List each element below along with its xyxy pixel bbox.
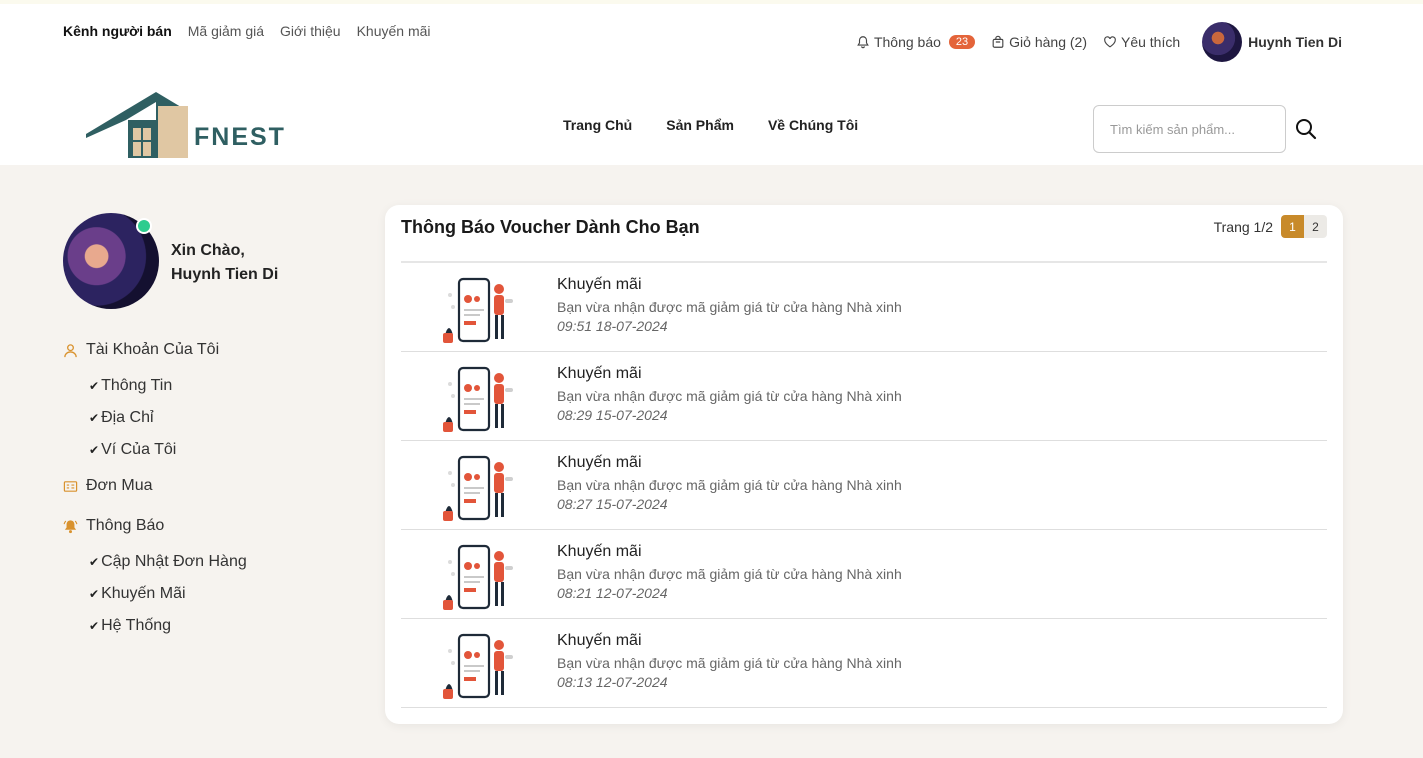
panel-title: Thông Báo Voucher Dành Cho Bạn — [401, 217, 700, 237]
notification-item[interactable]: Khuyến mãi Bạn vừa nhận được mã giảm giá… — [401, 619, 1327, 708]
nav-products[interactable]: Sản Phẩm — [666, 117, 734, 133]
sidebar-item-system[interactable]: ✔ Hệ Thống — [89, 614, 247, 638]
sidebar-item-label: Đơn Mua — [86, 477, 153, 494]
main-nav: Trang Chủ Sản Phẩm Về Chúng Tôi — [563, 117, 858, 133]
notification-timestamp: 08:21 12-07-2024 — [557, 585, 668, 601]
check-icon: ✔ — [89, 555, 100, 569]
sidebar-item-wallet[interactable]: ✔ Ví Của Tôi — [89, 438, 247, 462]
discount-code-link[interactable]: Mã giảm giá — [188, 23, 264, 39]
user-name: Huynh Tien Di — [1248, 34, 1342, 50]
nav-home[interactable]: Trang Chủ — [563, 117, 632, 133]
top-links: Kênh người bán Mã giảm giá Giới thiệu Kh… — [63, 23, 431, 39]
cart-label: Giỏ hàng (2) — [1009, 34, 1087, 50]
about-link[interactable]: Giới thiệu — [280, 23, 341, 39]
receipt-icon — [63, 480, 78, 492]
profile-avatar[interactable] — [63, 213, 159, 309]
logo-text: FNEST — [194, 123, 286, 151]
notification-timestamp: 08:29 15-07-2024 — [557, 407, 668, 423]
site-header: Kênh người bán Mã giảm giá Giới thiệu Kh… — [0, 4, 1423, 165]
user-icon — [64, 343, 77, 357]
sidebar-item-info[interactable]: ✔ Thông Tin — [89, 374, 247, 398]
notification-timestamp: 08:13 12-07-2024 — [557, 674, 668, 690]
notification-item[interactable]: Khuyến mãi Bạn vừa nhận được mã giảm giá… — [401, 530, 1327, 619]
fnest-logo[interactable]: FNEST — [86, 90, 284, 162]
wishlist-label: Yêu thích — [1120, 34, 1181, 50]
check-icon: ✔ — [89, 443, 100, 457]
notification-description: Bạn vừa nhận được mã giảm giá từ cửa hàn… — [557, 655, 902, 671]
check-icon: ✔ — [89, 587, 100, 601]
check-icon: ✔ — [89, 411, 100, 425]
sidebar-item-orders[interactable]: Đơn Mua — [63, 474, 247, 498]
voucher-illustration-icon — [443, 277, 513, 343]
pagination: Trang 1/2 1 2 — [1214, 215, 1327, 238]
greeting-text: Xin Chào, — [171, 242, 245, 259]
notifications-count-badge: 23 — [948, 35, 976, 49]
bell-icon — [857, 36, 869, 49]
sidebar-subitem-label: Địa Chỉ — [101, 409, 154, 426]
house-logo-icon — [86, 92, 188, 158]
sidebar-item-label: Thông Báo — [86, 517, 165, 534]
sidebar-item-label: Tài Khoản Của Tôi — [86, 341, 220, 358]
notification-timestamp: 08:27 15-07-2024 — [557, 496, 668, 512]
online-status-dot — [136, 218, 152, 234]
notification-item[interactable]: Khuyến mãi Bạn vừa nhận được mã giảm giá… — [401, 263, 1327, 352]
seller-channel-link[interactable]: Kênh người bán — [63, 23, 172, 39]
voucher-illustration-icon — [443, 455, 513, 521]
notification-description: Bạn vừa nhận được mã giảm giá từ cửa hàn… — [557, 477, 902, 493]
notification-item[interactable]: Khuyến mãi Bạn vừa nhận được mã giảm giá… — [401, 352, 1327, 441]
sidebar-subitem-label: Khuyến Mãi — [101, 585, 186, 602]
notification-description: Bạn vừa nhận được mã giảm giá từ cửa hàn… — [557, 299, 902, 315]
user-menu[interactable]: Huynh Tien Di — [1202, 22, 1342, 62]
sidebar-subitem-label: Cập Nhật Đơn Hàng — [101, 553, 247, 570]
heart-icon — [1104, 36, 1116, 48]
page-button-2[interactable]: 2 — [1304, 215, 1327, 238]
sidebar-subitem-label: Thông Tin — [101, 377, 173, 394]
notification-title: Khuyến mãi — [557, 632, 642, 649]
voucher-illustration-icon — [443, 366, 513, 432]
notifications-link[interactable]: Thông báo 23 — [856, 34, 976, 50]
notification-title: Khuyến mãi — [557, 454, 642, 471]
page-indicator: Trang 1/2 — [1213, 218, 1273, 235]
notification-item[interactable]: Khuyến mãi Bạn vừa nhận được mã giảm giá… — [401, 441, 1327, 530]
sidebar-subitem-label: Ví Của Tôi — [101, 441, 177, 458]
check-icon: ✔ — [89, 619, 100, 633]
profile-name: Huynh Tien Di — [171, 266, 279, 283]
voucher-illustration-icon — [443, 544, 513, 610]
sidebar-item-account[interactable]: Tài Khoản Của Tôi — [63, 338, 247, 362]
notification-title: Khuyến mãi — [557, 543, 642, 560]
profile-greeting: Xin Chào, Huynh Tien Di — [171, 239, 331, 287]
notification-list: Khuyến mãi Bạn vừa nhận được mã giảm giá… — [401, 263, 1327, 708]
notification-description: Bạn vừa nhận được mã giảm giá từ cửa hàn… — [557, 566, 902, 582]
search-input[interactable] — [1093, 105, 1286, 153]
voucher-notifications-panel: Thông Báo Voucher Dành Cho Bạn Trang 1/2… — [385, 205, 1343, 724]
check-icon: ✔ — [89, 379, 100, 393]
nav-about[interactable]: Về Chúng Tôi — [768, 117, 858, 133]
page-button-1[interactable]: 1 — [1281, 215, 1304, 238]
sidebar-item-promotions[interactable]: ✔ Khuyến Mãi — [89, 582, 247, 606]
promotion-link[interactable]: Khuyến mãi — [357, 23, 431, 39]
notifications-label: Thông báo — [873, 34, 941, 50]
cart-link[interactable]: Giỏ hàng (2) — [991, 34, 1087, 50]
bag-icon — [992, 35, 1004, 48]
notification-title: Khuyến mãi — [557, 276, 642, 293]
search-icon[interactable] — [1295, 118, 1317, 140]
sidebar-subitem-label: Hệ Thống — [101, 617, 172, 634]
sidebar-item-notifications[interactable]: Thông Báo — [63, 514, 247, 538]
notification-timestamp: 09:51 18-07-2024 — [557, 318, 668, 334]
sidebar-item-address[interactable]: ✔ Địa Chỉ — [89, 406, 247, 430]
sidebar-item-order-updates[interactable]: ✔ Cập Nhật Đơn Hàng — [89, 550, 247, 574]
bell-icon — [63, 519, 78, 533]
notification-description: Bạn vừa nhận được mã giảm giá từ cửa hàn… — [557, 388, 902, 404]
profile-card: Xin Chào, Huynh Tien Di — [63, 213, 278, 309]
sidebar-menu: Tài Khoản Của Tôi ✔ Thông Tin ✔ Địa Chỉ … — [63, 338, 247, 638]
user-bar: Thông báo 23 Giỏ hàng (2) Yêu thích Huyn… — [840, 22, 1342, 62]
notification-title: Khuyến mãi — [557, 365, 642, 382]
wishlist-link[interactable]: Yêu thích — [1103, 34, 1180, 50]
voucher-illustration-icon — [443, 633, 513, 699]
avatar — [1202, 22, 1243, 62]
